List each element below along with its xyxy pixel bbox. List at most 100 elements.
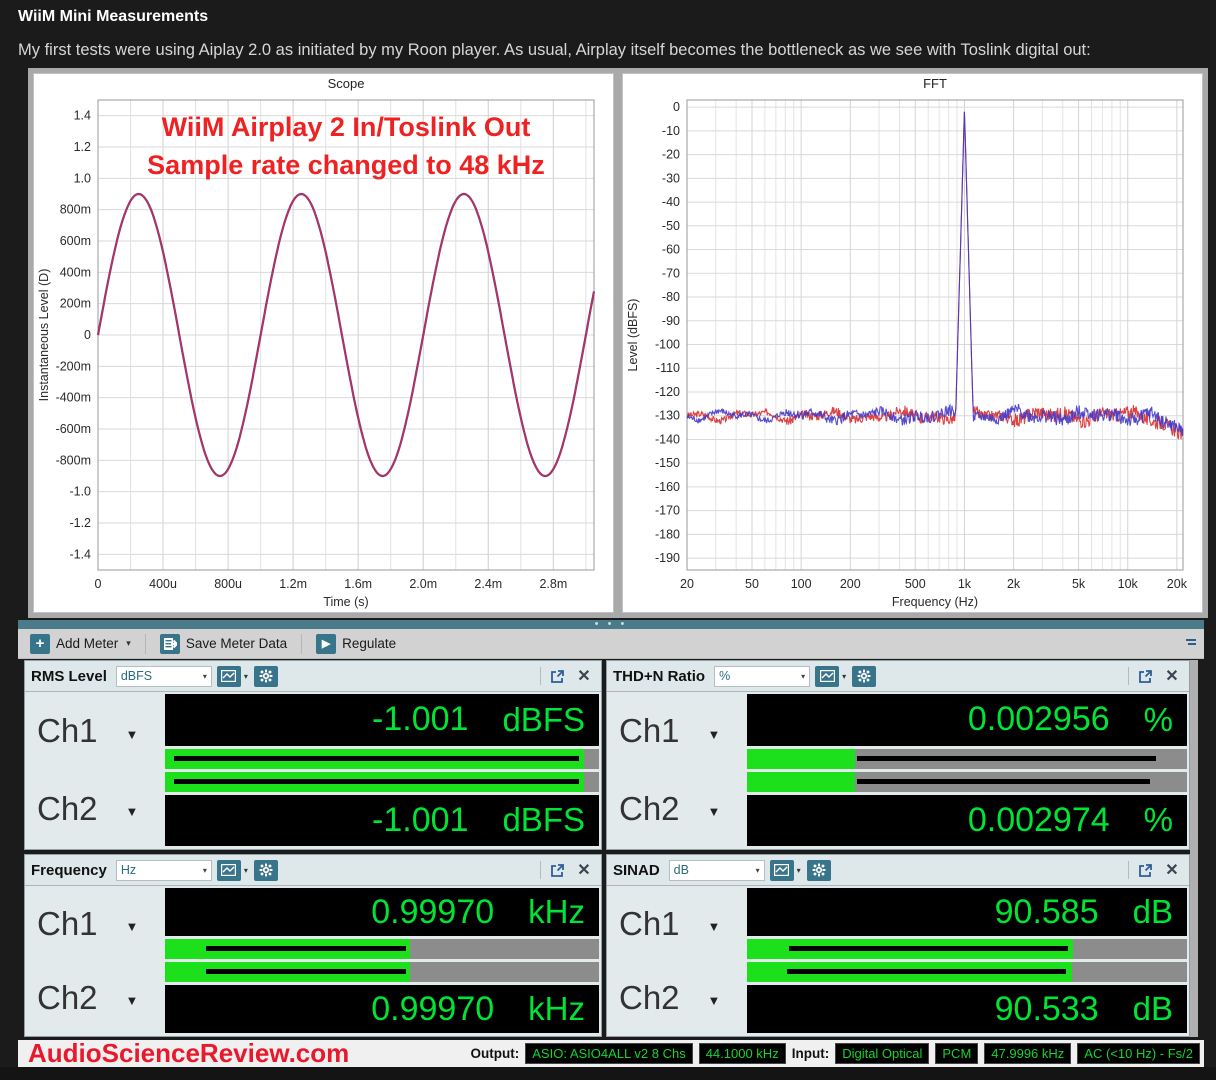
scope-chart-svg: Scope1.41.21.0800m600m400m200m0-200m-400… xyxy=(34,74,612,612)
regulate-button[interactable]: ▶ Regulate xyxy=(310,632,402,656)
channel-selector[interactable]: Ch1 ▼ xyxy=(25,694,165,769)
meter-settings-button[interactable] xyxy=(254,860,278,881)
chevron-down-icon: ▾ xyxy=(203,672,207,681)
meter-graph-button[interactable] xyxy=(770,860,794,881)
meter-header: SINAD dB ▾ ▾ ✕ xyxy=(607,855,1189,886)
unit-value: dB xyxy=(674,863,689,877)
svg-text:200: 200 xyxy=(840,577,861,591)
status-bar: AudioScienceReview.com Output: ASIO: ASI… xyxy=(18,1040,1204,1067)
svg-text:-20: -20 xyxy=(662,148,680,162)
close-icon[interactable]: ✕ xyxy=(573,666,595,686)
meter-body: Ch1 ▼ 90.585 dB Ch2 ▼ 90.533 dB xyxy=(607,886,1189,1036)
channel-row: Ch1 ▼ 0.002956 % xyxy=(607,694,1187,769)
channel-selector[interactable]: Ch2 ▼ xyxy=(25,962,165,1033)
svg-text:-30: -30 xyxy=(662,171,680,185)
toolbar-overflow-icon[interactable] xyxy=(1184,636,1198,651)
header-separator xyxy=(1128,861,1129,879)
channel-main: 90.533 dB xyxy=(747,962,1187,1033)
channel-dropdown-icon: ▼ xyxy=(708,919,721,934)
status-badge: AC (<10 Hz) - Fs/2 xyxy=(1077,1043,1200,1064)
svg-text:-110: -110 xyxy=(656,361,680,375)
close-icon[interactable]: ✕ xyxy=(1161,860,1183,880)
svg-text:-200m: -200m xyxy=(56,359,91,373)
channel-name: Ch1 xyxy=(619,712,680,750)
channel-name: Ch1 xyxy=(37,712,98,750)
bar-peak-line xyxy=(174,779,580,784)
svg-text:400u: 400u xyxy=(149,577,177,591)
add-meter-button[interactable]: + Add Meter ▾ xyxy=(24,632,137,656)
meter-value: -1.001 xyxy=(372,700,468,739)
popout-icon[interactable] xyxy=(546,860,568,880)
meter-settings-button[interactable] xyxy=(254,666,278,687)
popout-icon[interactable] xyxy=(546,666,568,686)
meter-graph-button[interactable] xyxy=(217,666,241,687)
svg-text:400m: 400m xyxy=(60,265,91,279)
meter-settings-button[interactable] xyxy=(807,860,831,881)
close-icon[interactable]: ✕ xyxy=(573,860,595,880)
meter-value: -1.001 xyxy=(372,801,468,840)
channel-selector[interactable]: Ch1 ▼ xyxy=(607,888,747,959)
svg-text:20k: 20k xyxy=(1167,577,1188,591)
popout-icon[interactable] xyxy=(1134,860,1156,880)
chevron-down-icon: ▾ xyxy=(797,866,801,875)
channel-dropdown-icon: ▼ xyxy=(708,993,721,1008)
channel-main: 0.99970 kHz xyxy=(165,888,599,959)
meter-display: 0.99970 kHz xyxy=(165,985,599,1033)
unit-dropdown[interactable]: % ▾ xyxy=(714,666,810,687)
bar-peak-line xyxy=(857,756,1156,761)
unit-dropdown[interactable]: Hz ▾ xyxy=(116,860,212,881)
vertical-scrollbar[interactable] xyxy=(1190,660,1198,1037)
panel-splitter[interactable]: • • • xyxy=(18,620,1204,629)
svg-text:1k: 1k xyxy=(958,577,972,591)
channel-row: Ch2 ▼ 90.533 dB xyxy=(607,962,1187,1033)
svg-text:800u: 800u xyxy=(214,577,242,591)
meter-value-unit: dB xyxy=(1133,990,1173,1028)
meter-settings-button[interactable] xyxy=(852,666,876,687)
fft-chart: FFT0-10-20-30-40-50-60-70-80-90-100-110-… xyxy=(622,73,1203,613)
channel-main: 0.002974 % xyxy=(747,772,1187,847)
channel-dropdown-icon: ▼ xyxy=(126,727,139,742)
meter-panel-thd-n-ratio: THD+N Ratio % ▾ ▾ ✕ Ch1 ▼ xyxy=(606,660,1190,850)
meter-bar xyxy=(165,939,599,959)
channel-row: Ch2 ▼ 0.002974 % xyxy=(607,772,1187,847)
svg-text:-190: -190 xyxy=(655,551,680,565)
channel-main: 0.99970 kHz xyxy=(165,962,599,1033)
svg-text:-600m: -600m xyxy=(56,422,91,436)
channel-selector[interactable]: Ch2 ▼ xyxy=(25,772,165,847)
channel-name: Ch1 xyxy=(619,905,680,943)
scope-chart: Scope1.41.21.0800m600m400m200m0-200m-400… xyxy=(33,73,614,613)
svg-text:Time (s): Time (s) xyxy=(323,595,368,609)
chevron-down-icon: ▾ xyxy=(842,672,846,681)
meter-graph-button[interactable] xyxy=(815,666,839,687)
svg-text:-90: -90 xyxy=(662,314,680,328)
channel-selector[interactable]: Ch2 ▼ xyxy=(607,772,747,847)
svg-text:2.8m: 2.8m xyxy=(539,577,567,591)
meter-value-unit: dB xyxy=(1133,893,1173,931)
popout-icon[interactable] xyxy=(1134,666,1156,686)
meter-value: 0.002956 xyxy=(968,700,1110,739)
unit-dropdown[interactable]: dB ▾ xyxy=(669,860,765,881)
meter-header: Frequency Hz ▾ ▾ ✕ xyxy=(25,855,601,886)
channel-selector[interactable]: Ch2 ▼ xyxy=(607,962,747,1033)
svg-text:1.0: 1.0 xyxy=(74,171,91,185)
meter-graph-button[interactable] xyxy=(217,860,241,881)
save-meter-data-button[interactable]: Save Meter Data xyxy=(154,632,293,656)
svg-text:500: 500 xyxy=(905,577,926,591)
meter-display: 90.533 dB xyxy=(747,985,1187,1033)
close-icon[interactable]: ✕ xyxy=(1161,666,1183,686)
unit-dropdown[interactable]: dBFS ▾ xyxy=(116,666,212,687)
meter-value-unit: % xyxy=(1144,701,1173,739)
svg-text:100: 100 xyxy=(791,577,812,591)
svg-text:Scope: Scope xyxy=(328,76,365,91)
channel-row: Ch1 ▼ -1.001 dBFS xyxy=(25,694,599,769)
meter-value: 90.585 xyxy=(995,893,1099,932)
channel-main: 0.002956 % xyxy=(747,694,1187,769)
svg-text:1.2: 1.2 xyxy=(74,140,91,154)
meter-bar xyxy=(165,749,599,769)
channel-selector[interactable]: Ch1 ▼ xyxy=(25,888,165,959)
svg-text:50: 50 xyxy=(745,577,759,591)
svg-text:-80: -80 xyxy=(662,290,680,304)
svg-text:-140: -140 xyxy=(655,432,680,446)
channel-selector[interactable]: Ch1 ▼ xyxy=(607,694,747,769)
meter-title: THD+N Ratio xyxy=(613,668,705,685)
